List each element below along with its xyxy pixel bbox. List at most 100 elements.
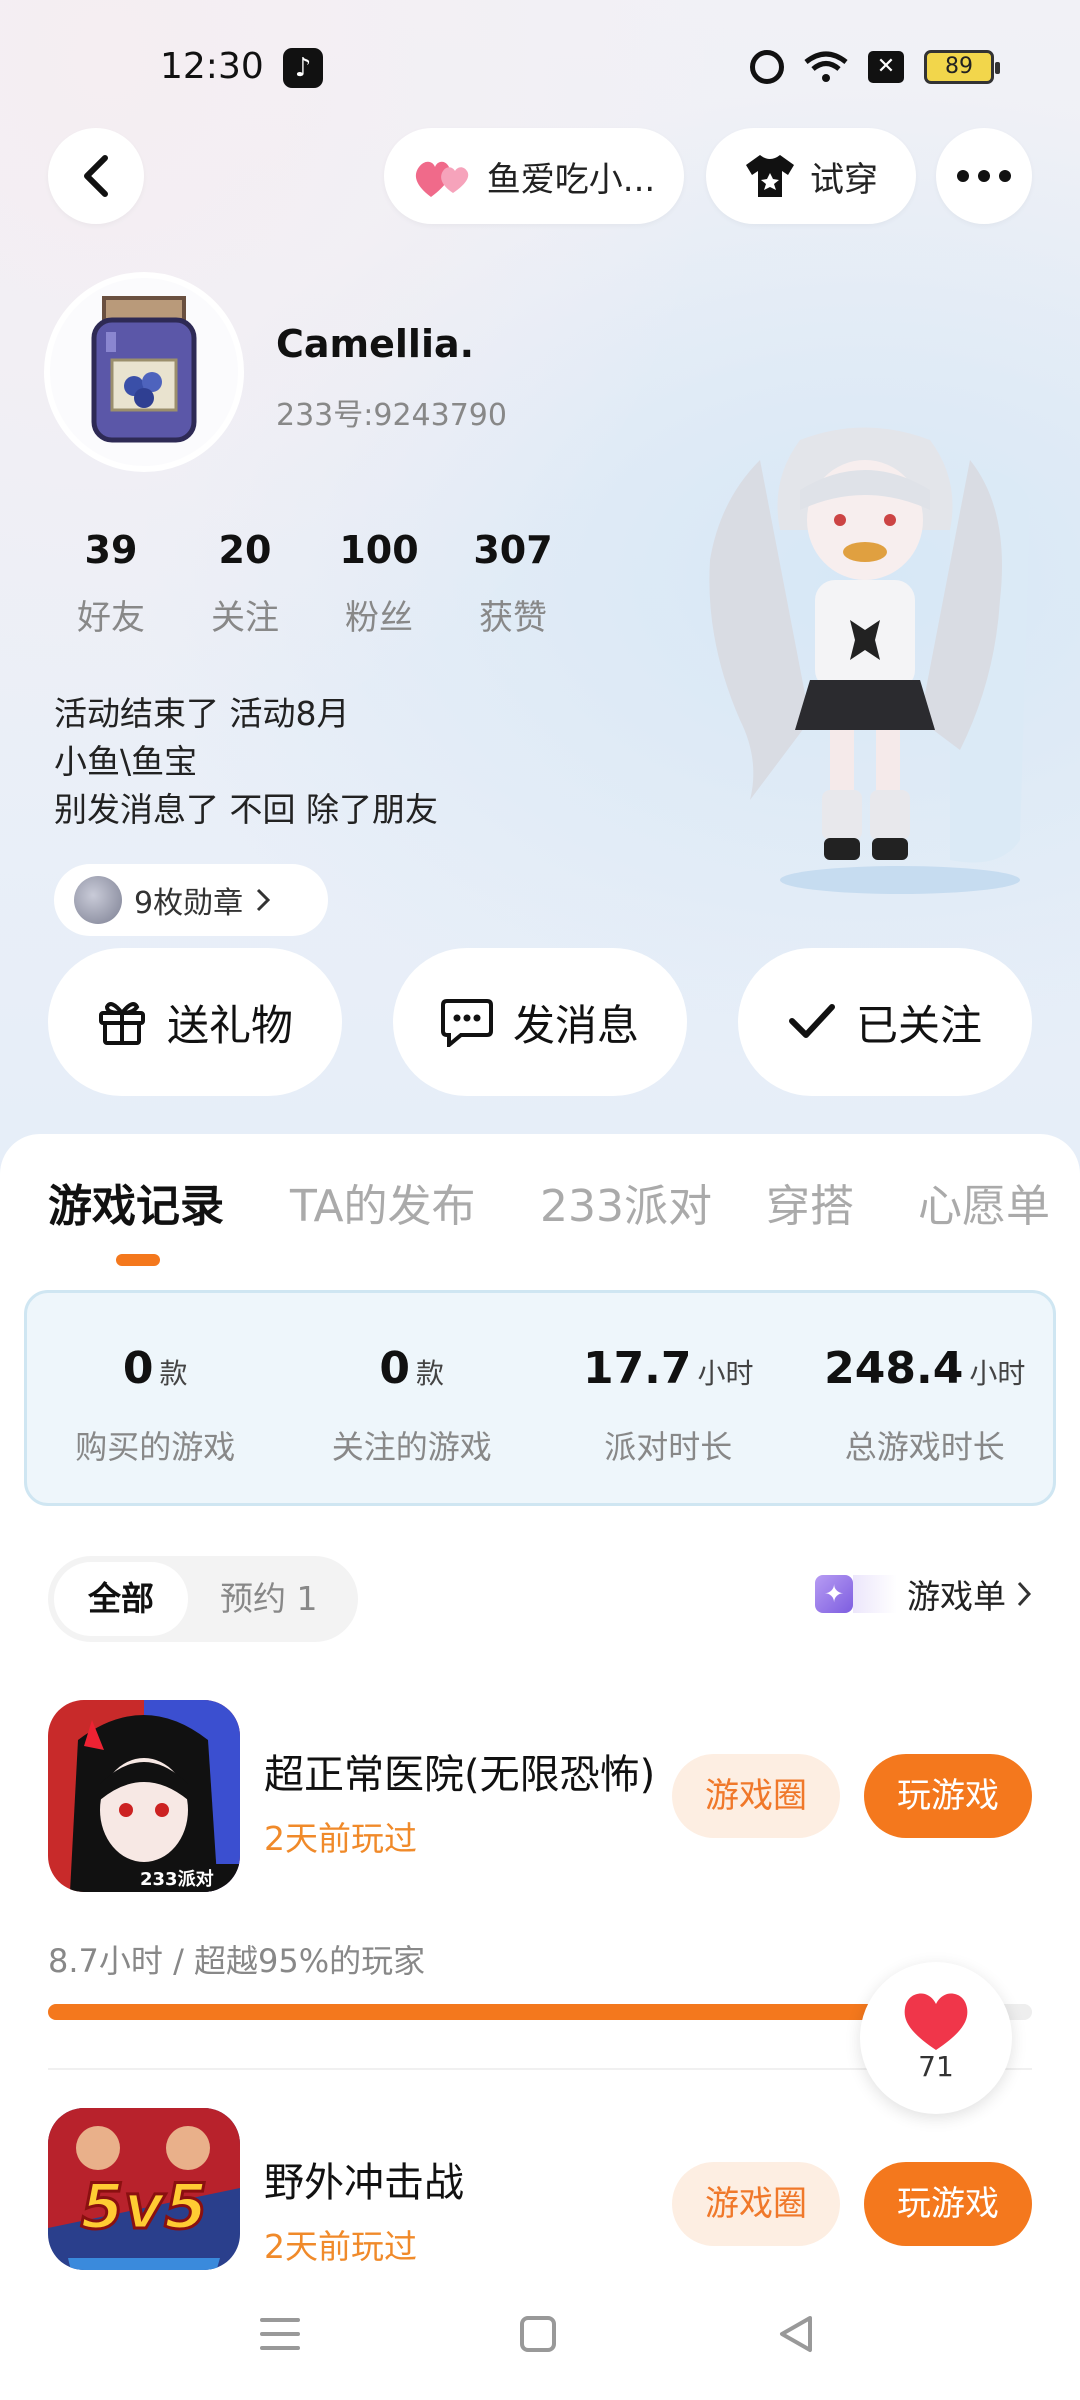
profile-uid: 233号:9243790 [276, 398, 507, 433]
like-button[interactable]: 71 [860, 1962, 1012, 2114]
profile-tabs: 游戏记录 TA的发布 233派对 穿搭 心愿单 [0, 1170, 1080, 1240]
summary-unit: 款 [159, 1357, 188, 1390]
chevron-right-icon [1017, 1581, 1032, 1607]
like-count: 71 [918, 2050, 954, 2083]
tab-outfits[interactable]: 穿搭 [766, 1170, 854, 1234]
game-last-played: 2天前玩过 [264, 1819, 417, 1858]
stat-value: 307 [473, 528, 553, 572]
summary-unit: 小时 [697, 1357, 754, 1390]
send-message-button[interactable]: 发消息 [393, 948, 687, 1096]
home-icon[interactable] [518, 2314, 558, 2354]
filter-reserve[interactable]: 预约 1 [220, 1562, 318, 1636]
summary-label: 派对时长 [604, 1428, 733, 1466]
summary-party-time: 17.7 小时 派对时长 [540, 1293, 797, 1503]
back-nav-icon[interactable] [776, 2314, 816, 2354]
back-button[interactable] [48, 128, 144, 224]
status-time: 12:30 [160, 46, 264, 87]
battery-icon: 89 [924, 50, 1000, 84]
nickname-chip-label: 鱼爱吃小... [486, 159, 656, 200]
send-gift-button[interactable]: 送礼物 [48, 948, 342, 1096]
heart-icon [904, 1993, 968, 2050]
game-icon[interactable]: 5v5 [48, 2108, 240, 2270]
summary-label: 总游戏时长 [844, 1428, 1005, 1466]
more-options-button[interactable] [936, 128, 1032, 224]
summary-total-time: 248.4 小时 总游戏时长 [797, 1293, 1054, 1503]
tab-game-records[interactable]: 游戏记录 [48, 1170, 224, 1234]
summary-value: 0 [122, 1343, 154, 1394]
filter-all[interactable]: 全部 [54, 1562, 188, 1636]
filter-segment: 全部 预约 1 [48, 1556, 358, 1642]
try-on-button[interactable]: 试穿 [706, 128, 916, 224]
profile-bio: 活动结束了 活动8月 小鱼\鱼宝 别发消息了 不回 除了朋友 [54, 690, 438, 834]
tab-wishlist[interactable]: 心愿单 [918, 1170, 1050, 1234]
hearts-icon [415, 161, 469, 197]
alarm-icon [750, 50, 784, 84]
stat-fans[interactable]: 100 粉丝 [312, 528, 446, 639]
profile-name: Camellia. [276, 322, 475, 366]
send-message-label: 发消息 [512, 1000, 639, 1050]
summary-label: 购买的游戏 [75, 1428, 236, 1466]
tab-posts[interactable]: TA的发布 [290, 1170, 476, 1234]
bio-line: 活动结束了 活动8月 [54, 694, 350, 733]
stat-friends[interactable]: 39 好友 [44, 528, 178, 639]
game-circle-button[interactable]: 游戏圈 [672, 1754, 840, 1838]
check-icon [788, 1004, 835, 1038]
gift-icon [98, 1002, 145, 1045]
sparkle-icon: ✦ [815, 1575, 853, 1613]
game-title[interactable]: 超正常医院(无限恐怖) [264, 1742, 664, 1800]
summary-purchased: 0款 购买的游戏 [27, 1293, 284, 1503]
badges-label: 9枚勋章 [134, 886, 244, 921]
badges-button[interactable]: 9枚勋章 [54, 864, 328, 936]
status-bar: 12:30 ♪ ✕ 89 [0, 40, 1080, 100]
tab-indicator [116, 1254, 160, 1266]
game-icon-art: 233派对 [48, 1700, 240, 1892]
nickname-chip[interactable]: 鱼爱吃小... [384, 128, 684, 224]
blueberry-jar-avatar [50, 278, 238, 466]
summary-value: 17.7 [582, 1343, 692, 1394]
stat-label: 好友 [77, 598, 145, 638]
followed-button[interactable]: 已关注 [738, 948, 1032, 1096]
summary-unit: 小时 [969, 1357, 1026, 1390]
play-game-button[interactable]: 玩游戏 [864, 1754, 1032, 1838]
game-list-link[interactable]: ✦ 游戏单 [815, 1570, 1032, 1618]
game-icon[interactable]: 233派对 [48, 1700, 240, 1892]
send-gift-label: 送礼物 [166, 1000, 293, 1050]
tab-party[interactable]: 233派对 [540, 1170, 712, 1234]
game-summary-card: 0款 购买的游戏 0款 关注的游戏 17.7 小时 派对时长 248.4 小时 总游… [24, 1290, 1056, 1506]
sim-off-icon: ✕ [868, 51, 904, 83]
stat-value: 20 [218, 528, 272, 572]
chevron-right-icon [257, 888, 271, 912]
followed-label: 已关注 [855, 1000, 982, 1050]
game-last-played: 2天前玩过 [264, 2227, 417, 2266]
medal-icon [74, 876, 122, 924]
game-list-fade [853, 1575, 897, 1613]
game-icon-badge: 5v5 [81, 2170, 208, 2243]
chevron-left-icon [84, 155, 108, 197]
stat-likes[interactable]: 307 获赞 [446, 528, 580, 639]
game-icon-badge: 233派对 [140, 1868, 214, 1890]
game-title[interactable]: 野外冲击战 [264, 2150, 664, 2208]
wifi-icon [804, 51, 848, 82]
avatar-character-image [709, 427, 1030, 894]
system-nav-bar [0, 2270, 1080, 2400]
bio-line: 小鱼\鱼宝 [54, 742, 198, 781]
summary-value: 248.4 [824, 1343, 964, 1394]
game-circle-button[interactable]: 游戏圈 [672, 2162, 840, 2246]
stat-value: 100 [339, 528, 419, 572]
stat-label: 获赞 [479, 598, 547, 638]
play-progress-fill [48, 2004, 983, 2020]
tshirt-icon [746, 155, 794, 197]
profile-stats: 39 好友 20 关注 100 粉丝 307 获赞 [44, 528, 580, 639]
avatar[interactable] [44, 272, 244, 472]
summary-label: 关注的游戏 [331, 1428, 492, 1466]
stat-following[interactable]: 20 关注 [178, 528, 312, 639]
play-game-button[interactable]: 玩游戏 [864, 2162, 1032, 2246]
tiktok-notification-icon: ♪ [283, 48, 323, 88]
stat-label: 粉丝 [345, 598, 413, 638]
message-icon [440, 999, 493, 1047]
summary-unit: 款 [416, 1357, 445, 1390]
menu-icon[interactable] [258, 2314, 302, 2354]
stat-label: 关注 [211, 598, 279, 638]
summary-followed: 0款 关注的游戏 [284, 1293, 541, 1503]
game-list-label: 游戏单 [907, 1577, 1006, 1616]
